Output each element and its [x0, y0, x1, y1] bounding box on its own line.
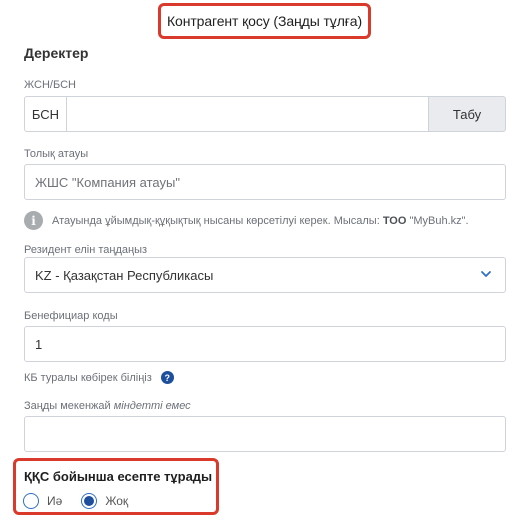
chevron-down-icon: [481, 271, 491, 277]
vat-yes-radio[interactable]: [23, 493, 39, 509]
bin-prefix: БСН: [24, 96, 66, 132]
beneficiary-code-input[interactable]: 1: [24, 326, 506, 362]
section-title: Деректер: [24, 45, 89, 61]
iin-bin-label: ЖСН/БСН: [24, 79, 76, 91]
help-icon[interactable]: ?: [160, 371, 174, 384]
dialog-title: Контрагент қосу (Заңды тұлға): [158, 3, 371, 39]
hint-text: Атауында ұйымдық-құқықтық нысаны көрсеті…: [52, 214, 469, 227]
vat-registration-box: ҚҚС бойынша есепте тұрады Иә Жоқ: [13, 458, 219, 515]
optional-note: міндетті емес: [113, 400, 191, 412]
kb-help: КБ туралы көбірек біліңіз ?: [24, 371, 174, 384]
vat-radio-group: Иә Жоқ: [23, 493, 147, 509]
resident-country-value: KZ - Қазақстан Республикасы: [35, 267, 214, 283]
iin-bin-field-group: БСН Табу: [24, 96, 506, 132]
add-counterparty-form: Контрагент қосу (Заңды тұлға) Деректер Ж…: [0, 0, 529, 522]
name-hint: i Атауында ұйымдық-құқықтық нысаны көрсе…: [24, 211, 469, 230]
legal-address-input[interactable]: [24, 416, 506, 452]
vat-no-label[interactable]: Жоқ: [105, 494, 128, 508]
iin-bin-input[interactable]: [66, 96, 429, 132]
kb-help-text: КБ туралы көбірек біліңіз: [24, 371, 152, 384]
dialog-title-text: Контрагент қосу (Заңды тұлға): [166, 13, 363, 29]
info-icon: i: [24, 211, 43, 230]
find-button[interactable]: Табу: [429, 96, 506, 132]
beneficiary-code-label: Бенефициар коды: [24, 310, 118, 322]
legal-address-label: Заңды мекенжай міндетті емес: [24, 400, 191, 412]
vat-no-radio[interactable]: [81, 493, 98, 509]
vat-title: ҚҚС бойынша есепте тұрады: [24, 469, 213, 484]
full-name-input[interactable]: ЖШС "Компания атауы": [24, 164, 506, 200]
resident-country-label: Резидент елін таңдаңыз: [24, 244, 148, 256]
resident-country-select[interactable]: KZ - Қазақстан Республикасы: [24, 257, 506, 293]
vat-yes-label[interactable]: Иә: [47, 494, 62, 508]
full-name-label: Толық атауы: [24, 148, 89, 160]
